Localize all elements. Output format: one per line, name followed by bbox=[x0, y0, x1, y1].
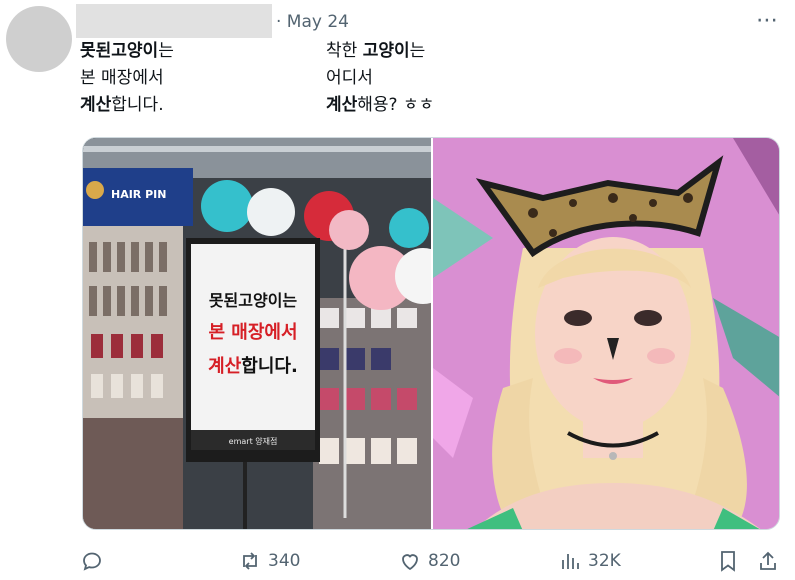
retweet-button[interactable]: 340 bbox=[238, 544, 300, 578]
media-grid[interactable]: HAIR PIN 못된고양이는 본 매장에서 계산합니다. emart 양재점 bbox=[82, 137, 780, 530]
person-illustration bbox=[433, 138, 779, 529]
sign-line-2: 본 매장에서 bbox=[208, 322, 297, 343]
tweet-actions: 340 820 32K bbox=[0, 544, 795, 578]
bold-text: 고양이 bbox=[362, 41, 410, 61]
store-photo[interactable]: HAIR PIN 못된고양이는 본 매장에서 계산합니다. emart 양재점 bbox=[83, 138, 431, 529]
views-button[interactable]: 32K bbox=[558, 544, 621, 578]
retweet-icon bbox=[243, 552, 257, 570]
text: 합니다. bbox=[111, 95, 164, 115]
tweet-line: 착한 고양이는 bbox=[326, 38, 434, 65]
text: 는 bbox=[409, 41, 426, 61]
text: 는 bbox=[158, 41, 174, 61]
sign-line-1: 못된고양이는 bbox=[209, 291, 298, 310]
more-options-icon[interactable]: ⋯ bbox=[756, 8, 779, 33]
tweet-text-right: 착한 고양이는 어디서 계산해용? ㅎㅎ bbox=[326, 38, 434, 119]
store-illustration: HAIR PIN 못된고양이는 본 매장에서 계산합니다. emart 양재점 bbox=[83, 138, 431, 529]
avatar[interactable] bbox=[6, 6, 72, 72]
like-count: 820 bbox=[428, 551, 461, 571]
sign-line-3: 계산합니다. bbox=[208, 355, 298, 377]
bold-text: 못된고양이 bbox=[80, 41, 159, 61]
sign-rest-text: 합니다. bbox=[241, 355, 298, 377]
tweet-line: 어디서 bbox=[326, 68, 373, 88]
text: 착한 bbox=[326, 41, 363, 61]
share-button[interactable] bbox=[756, 544, 780, 578]
sign-red-text: 계산 bbox=[208, 356, 242, 377]
bookmark-icon bbox=[721, 551, 735, 572]
tweet-line: 계산해용? ㅎㅎ bbox=[326, 92, 434, 119]
store-banner-text: HAIR PIN bbox=[111, 188, 166, 201]
reply-button[interactable] bbox=[80, 544, 110, 578]
share-icon bbox=[760, 551, 776, 570]
tweet-date[interactable]: · May 24 bbox=[276, 12, 349, 32]
like-button[interactable]: 820 bbox=[398, 544, 460, 578]
sign-footer: emart 양재점 bbox=[229, 436, 278, 446]
heart-icon bbox=[402, 554, 418, 571]
bold-text: 계산 bbox=[326, 95, 358, 115]
views-count: 32K bbox=[588, 551, 621, 571]
tweet-text-left: 못된고양이는 본 매장에서 계산합니다. bbox=[80, 38, 174, 119]
tweet-line: 계산합니다. bbox=[80, 92, 174, 119]
bookmark-button[interactable] bbox=[716, 544, 740, 578]
analytics-icon bbox=[562, 554, 579, 569]
redacted-username[interactable] bbox=[76, 4, 272, 38]
retweet-count: 340 bbox=[268, 551, 301, 571]
person-photo[interactable] bbox=[433, 138, 779, 529]
reply-icon bbox=[83, 552, 101, 571]
bold-text: 계산 bbox=[80, 95, 112, 115]
tweet-line: 못된고양이는 bbox=[80, 38, 174, 65]
tweet-line: 본 매장에서 bbox=[80, 68, 164, 88]
text: 해용? ㅎㅎ bbox=[357, 95, 435, 115]
